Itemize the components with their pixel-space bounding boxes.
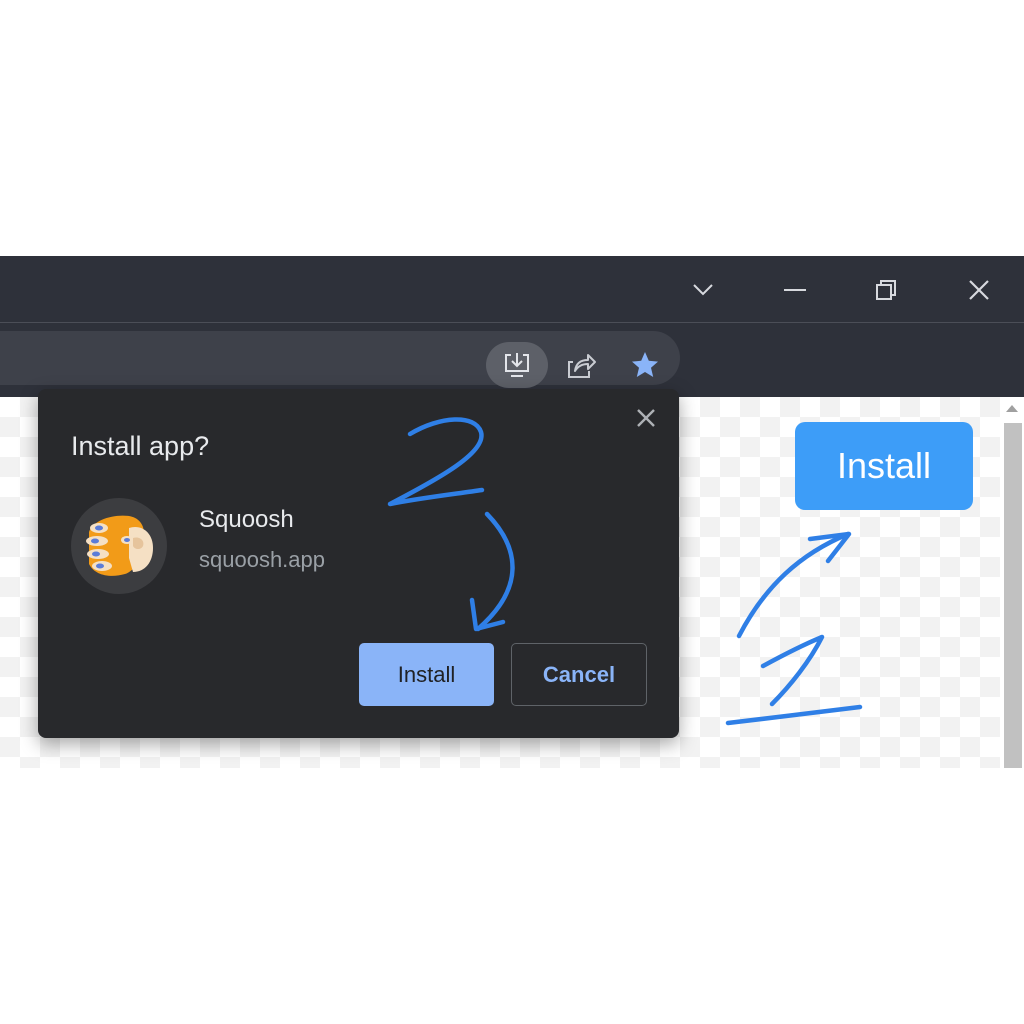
scrollbar[interactable] (1000, 397, 1024, 768)
close-icon (969, 280, 989, 300)
minimize-icon (784, 289, 806, 291)
share-button[interactable] (558, 342, 604, 388)
screenshot-frame: Install Install app? Squoosh squoosh.app… (0, 256, 1024, 768)
close-icon (637, 409, 655, 427)
star-icon (632, 352, 658, 377)
page-install-button[interactable]: Install (795, 422, 973, 510)
squoosh-logo-icon (86, 515, 153, 576)
app-url: squoosh.app (199, 547, 325, 572)
tab-search-button[interactable] (675, 262, 731, 318)
install-app-button[interactable] (486, 342, 548, 388)
close-window-button[interactable] (951, 262, 1007, 318)
share-icon (568, 354, 596, 378)
restore-icon (876, 280, 896, 300)
restore-button[interactable] (858, 262, 914, 318)
bookmark-button[interactable] (622, 342, 668, 388)
app-name: Squoosh (199, 506, 294, 533)
install-app-dialog: Install app? Squoosh squoosh.app Install… (38, 389, 679, 738)
scroll-up-arrow[interactable] (1006, 405, 1018, 412)
dialog-install-button[interactable]: Install (359, 643, 494, 706)
install-app-icon (505, 353, 529, 377)
dialog-close-button[interactable] (632, 404, 660, 432)
address-bar[interactable] (0, 331, 680, 388)
minimize-button[interactable] (767, 262, 823, 318)
scrollbar-thumb[interactable] (1004, 423, 1022, 768)
chevron-down-icon (693, 284, 713, 296)
title-bar (0, 256, 1024, 322)
dialog-title: Install app? (71, 431, 210, 461)
browser-toolbar (0, 323, 1024, 397)
dialog-cancel-button[interactable]: Cancel (511, 643, 647, 706)
squoosh-app-icon (71, 498, 167, 594)
